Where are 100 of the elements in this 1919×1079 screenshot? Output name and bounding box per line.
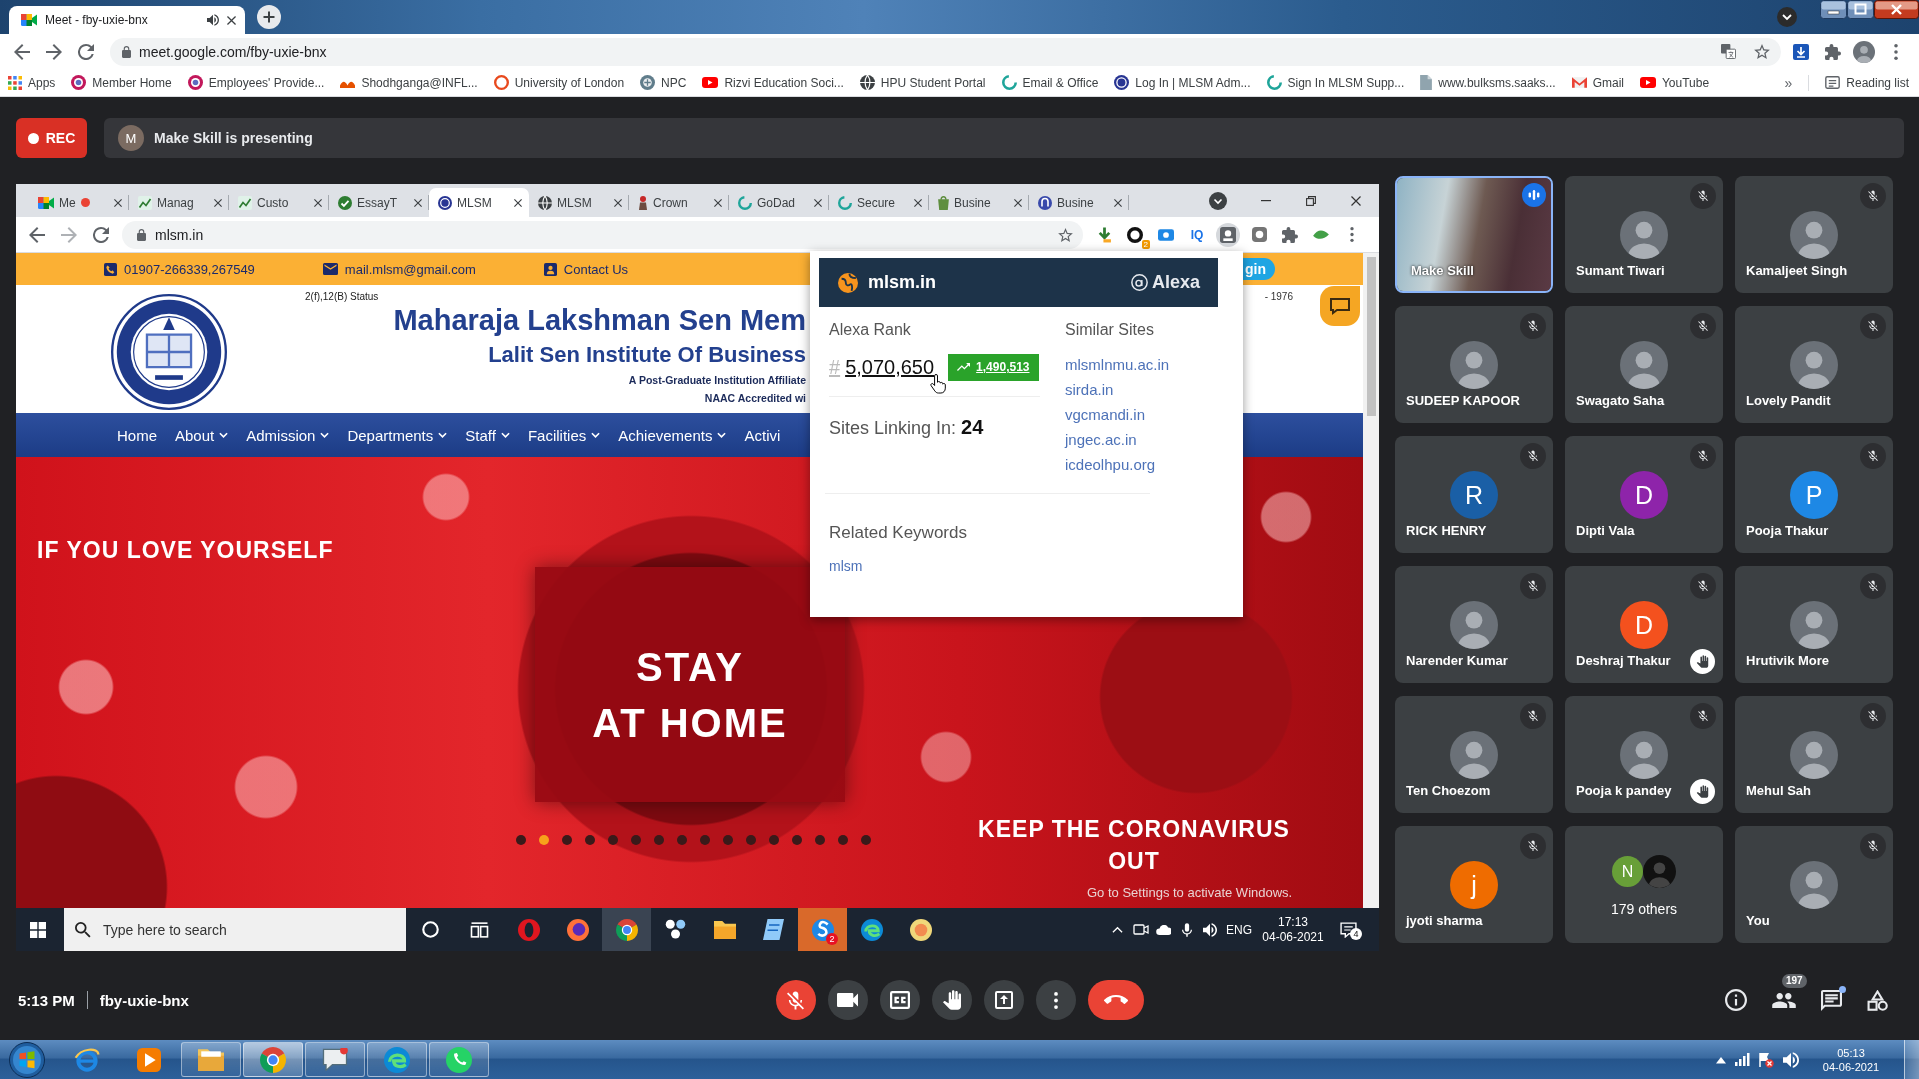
- microphone-button[interactable]: [775, 980, 816, 1020]
- taskbar-button[interactable]: [243, 1042, 303, 1077]
- close-tab-icon[interactable]: [1114, 198, 1122, 207]
- extension-button[interactable]: [1216, 222, 1240, 247]
- close-tab-icon[interactable]: [314, 198, 322, 207]
- slide-dot[interactable]: [861, 835, 871, 845]
- nav-link[interactable]: Admission: [246, 426, 330, 444]
- folder-icon[interactable]: [713, 920, 736, 939]
- address-input[interactable]: meet.google.com/fby-uxie-bnx: [139, 43, 1713, 60]
- app-icon[interactable]: [909, 918, 932, 941]
- taskbar-button[interactable]: [181, 1042, 241, 1077]
- screen-icon[interactable]: [1158, 228, 1174, 241]
- more-options-button[interactable]: [1035, 980, 1076, 1020]
- nav-link[interactable]: Achievements: [618, 426, 727, 444]
- slide-dot[interactable]: [539, 835, 549, 845]
- browser-icon[interactable]: [860, 918, 883, 941]
- nav-link[interactable]: About: [175, 426, 229, 444]
- captions-button[interactable]: [879, 980, 920, 1020]
- bookmark[interactable]: Log In | MLSM Adm...: [1114, 75, 1251, 90]
- bookmark[interactable]: Employees' Provide...: [187, 75, 325, 90]
- bookmark[interactable]: Gmail: [1571, 75, 1624, 90]
- bookmark[interactable]: Shodhganga@INFL...: [340, 75, 478, 90]
- notification-icon[interactable]: [1339, 921, 1357, 938]
- maximize-icon[interactable]: [1306, 195, 1316, 206]
- flag-icon[interactable]: [1759, 1051, 1774, 1068]
- similar-site-link[interactable]: mlsmlnmu.ac.in: [1065, 352, 1170, 377]
- extension-button[interactable]: IQ: [1185, 222, 1209, 247]
- close-window-icon[interactable]: [1874, 0, 1919, 19]
- slide-dot[interactable]: [723, 835, 733, 845]
- camera-icon[interactable]: [1132, 924, 1149, 935]
- bookmark[interactable]: Apps: [8, 75, 56, 90]
- keyword-link[interactable]: mlsm: [829, 556, 863, 576]
- triangle-up-icon[interactable]: [1716, 1055, 1726, 1064]
- slide-dot[interactable]: [792, 835, 802, 845]
- scrollbar-track[interactable]: [1363, 253, 1379, 908]
- bookmark[interactable]: HPU Student Portal: [859, 75, 986, 90]
- close-tab-icon[interactable]: [614, 198, 622, 207]
- nav-link[interactable]: Home: [117, 426, 157, 444]
- slide-dot[interactable]: [815, 835, 825, 845]
- tab-search-icon[interactable]: [1777, 7, 1797, 27]
- close-tab-icon[interactable]: [1014, 198, 1022, 207]
- close-tab-icon[interactable]: [514, 198, 522, 207]
- minimize-icon[interactable]: [1261, 199, 1271, 202]
- slide-dot[interactable]: [838, 835, 848, 845]
- slide-dot[interactable]: [700, 835, 710, 845]
- browser-icon[interactable]: [74, 1046, 100, 1073]
- leave-call-button[interactable]: [1087, 980, 1144, 1020]
- raise-hand-button[interactable]: [931, 980, 972, 1020]
- task-view-icon[interactable]: [470, 921, 489, 938]
- windows-logo-icon[interactable]: [30, 921, 46, 938]
- speaker-icon[interactable]: [1783, 1051, 1799, 1068]
- menu-icon[interactable]: [1894, 43, 1898, 60]
- microphone-icon[interactable]: [1181, 922, 1192, 937]
- taskbar-button[interactable]: [429, 1042, 489, 1077]
- browser-tab[interactable]: Meet - fby-uxie-bnx: [9, 6, 245, 34]
- close-tab-icon[interactable]: [114, 198, 122, 207]
- arrow-icon[interactable]: [1097, 226, 1111, 243]
- slide-dot[interactable]: [608, 835, 618, 845]
- forward-icon[interactable]: [46, 43, 62, 60]
- reload-icon[interactable]: [93, 226, 109, 243]
- back-icon[interactable]: [29, 226, 45, 243]
- close-tab-icon[interactable]: [714, 198, 722, 207]
- show-desktop-button[interactable]: [1904, 1040, 1919, 1079]
- reload-icon[interactable]: [78, 43, 94, 60]
- translate-icon[interactable]: [1721, 44, 1736, 59]
- taskbar-button[interactable]: [305, 1042, 365, 1077]
- reading-list-button[interactable]: Reading list: [1825, 75, 1909, 90]
- slide-dot[interactable]: [746, 835, 756, 845]
- minimize-icon[interactable]: [1820, 0, 1847, 19]
- contact-link[interactable]: mail.mlsm@gmail.com: [322, 261, 476, 277]
- close-tab-icon[interactable]: [814, 198, 822, 207]
- slide-dot[interactable]: [585, 835, 595, 845]
- close-window-icon[interactable]: [1351, 195, 1361, 206]
- address-bar[interactable]: meet.google.com/fby-uxie-bnx: [110, 37, 1781, 66]
- similar-site-link[interactable]: sirda.in: [1065, 377, 1170, 402]
- browser-icon[interactable]: [566, 918, 589, 941]
- close-tab-icon[interactable]: [414, 198, 422, 207]
- chevron-up-icon[interactable]: [1112, 925, 1123, 934]
- scroll-thumb[interactable]: [1366, 257, 1376, 416]
- back-icon[interactable]: [14, 43, 30, 60]
- circle-icon[interactable]: [422, 921, 439, 938]
- similar-site-link[interactable]: icdeolhpu.org: [1065, 452, 1170, 477]
- browser-tab[interactable]: MLSM: [429, 188, 529, 217]
- taskbar-button[interactable]: [367, 1042, 427, 1077]
- bookmark[interactable]: YouTube: [1639, 75, 1710, 90]
- star-icon[interactable]: [1058, 227, 1073, 242]
- camera-button[interactable]: [827, 980, 868, 1020]
- bookmark[interactable]: University of London: [493, 75, 625, 90]
- signal-bars-icon[interactable]: [1735, 1053, 1750, 1066]
- address-input[interactable]: mlsm.in: [155, 226, 1049, 243]
- square-icon[interactable]: [1251, 227, 1267, 242]
- play-icon[interactable]: [137, 1047, 161, 1072]
- slide-dot[interactable]: [654, 835, 664, 845]
- bookmark[interactable]: Email & Office: [1001, 75, 1099, 90]
- bookmark[interactable]: Rizvi Education Soci...: [702, 75, 844, 90]
- start-orb-icon[interactable]: [9, 1041, 45, 1078]
- puzzle-icon[interactable]: [1825, 43, 1841, 60]
- profile-avatar[interactable]: [1853, 40, 1875, 63]
- language-indicator[interactable]: ENG: [1221, 922, 1257, 937]
- tab-search-icon[interactable]: [1209, 191, 1227, 210]
